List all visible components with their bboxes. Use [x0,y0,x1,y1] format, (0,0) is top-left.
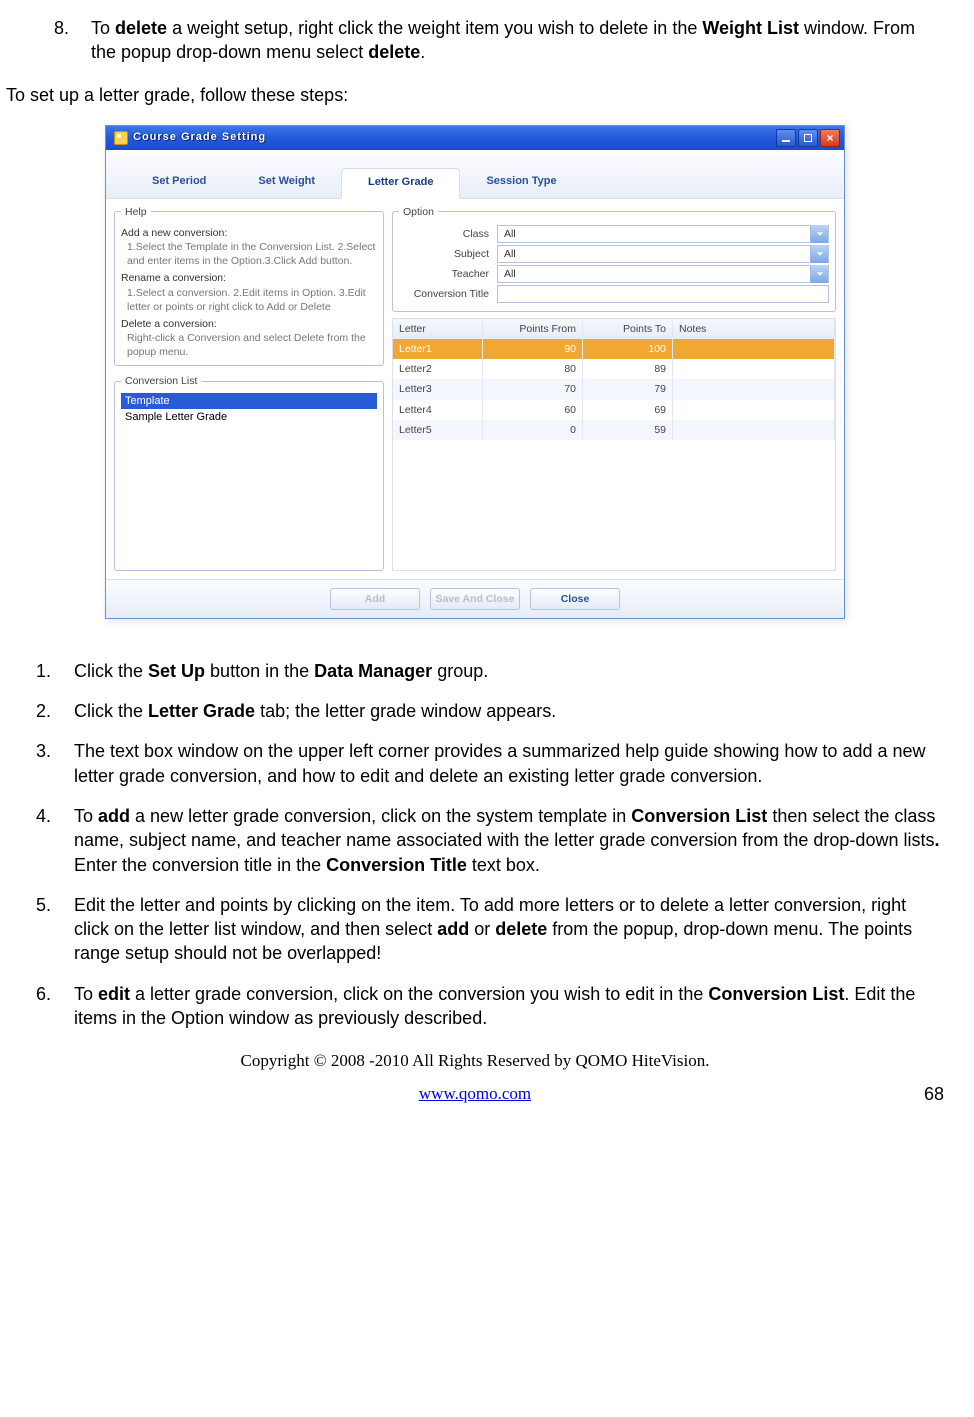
option-fieldset: Option Class All Subject All [392,205,836,312]
lead-text: To set up a letter grade, follow these s… [6,83,944,107]
tab-set-weight[interactable]: Set Weight [232,168,341,198]
option-legend: Option [399,205,438,219]
copyright-text: Copyright © 2008 -2010 All Rights Reserv… [6,1050,944,1073]
conversion-list-legend: Conversion List [121,374,201,388]
chevron-down-icon [810,265,828,283]
course-grade-setting-window: Course Grade Setting × Set Period Set We… [105,125,845,619]
teacher-label: Teacher [399,267,497,281]
class-select[interactable]: All [497,225,829,243]
dialog-button-row: Add Save And Close Close [106,579,844,618]
subject-label: Subject [399,247,497,261]
window-title: Course Grade Setting [133,130,266,145]
instruction-list: 1.Click the Set Up button in the Data Ma… [36,659,944,1031]
screenshot-figure: Course Grade Setting × Set Period Set We… [6,125,944,619]
close-window-button[interactable]: × [820,129,840,147]
step-8-text: To delete a weight setup, right click th… [91,16,941,65]
list-item: 5.Edit the letter and points by clicking… [36,893,944,966]
page-number: 68 [924,1082,944,1106]
chevron-down-icon [810,245,828,263]
tab-set-period[interactable]: Set Period [126,168,232,198]
table-row[interactable]: Letter28089 [393,359,835,379]
help-legend: Help [121,205,151,219]
table-row[interactable]: Letter190100 [393,339,835,359]
step-8: 8. To delete a weight setup, right click… [54,16,944,65]
close-button[interactable]: Close [530,588,620,610]
table-row[interactable]: Letter37079 [393,379,835,399]
help-fieldset: Help Add a new conversion: 1.Select the … [114,205,384,367]
step-8-number: 8. [54,16,86,40]
list-item: 1.Click the Set Up button in the Data Ma… [36,659,944,683]
chevron-down-icon [810,225,828,243]
conversion-title-label: Conversion Title [399,287,497,301]
tab-session-type[interactable]: Session Type [460,168,582,198]
window-titlebar[interactable]: Course Grade Setting × [106,126,844,150]
conversion-list-item-sample[interactable]: Sample Letter Grade [121,409,377,426]
window-icon [114,131,128,145]
page-footer: Copyright © 2008 -2010 All Rights Reserv… [6,1050,944,1106]
list-item: 4.To add a new letter grade conversion, … [36,804,944,877]
list-item: 2.Click the Letter Grade tab; the letter… [36,699,944,723]
footer-url[interactable]: www.qomo.com [6,1083,944,1106]
conversion-list-item-template[interactable]: Template [121,393,377,410]
table-row[interactable]: Letter5059 [393,420,835,440]
teacher-select[interactable]: All [497,265,829,283]
conversion-title-input[interactable] [497,285,829,303]
list-item: 3.The text box window on the upper left … [36,739,944,788]
minimize-button[interactable] [776,129,796,147]
save-and-close-button[interactable]: Save And Close [430,588,520,610]
list-item: 6.To edit a letter grade conversion, cli… [36,982,944,1031]
class-label: Class [399,227,497,241]
tabs-row: Set Period Set Weight Letter Grade Sessi… [106,150,844,199]
maximize-button[interactable] [798,129,818,147]
table-row[interactable]: Letter46069 [393,400,835,420]
grid-header: Letter Points From Points To Notes [393,319,835,339]
subject-select[interactable]: All [497,245,829,263]
tab-letter-grade[interactable]: Letter Grade [341,168,460,199]
conversion-list-fieldset: Conversion List Template Sample Letter G… [114,374,384,570]
letter-grade-grid[interactable]: Letter Points From Points To Notes Lette… [392,318,836,571]
add-button[interactable]: Add [330,588,420,610]
